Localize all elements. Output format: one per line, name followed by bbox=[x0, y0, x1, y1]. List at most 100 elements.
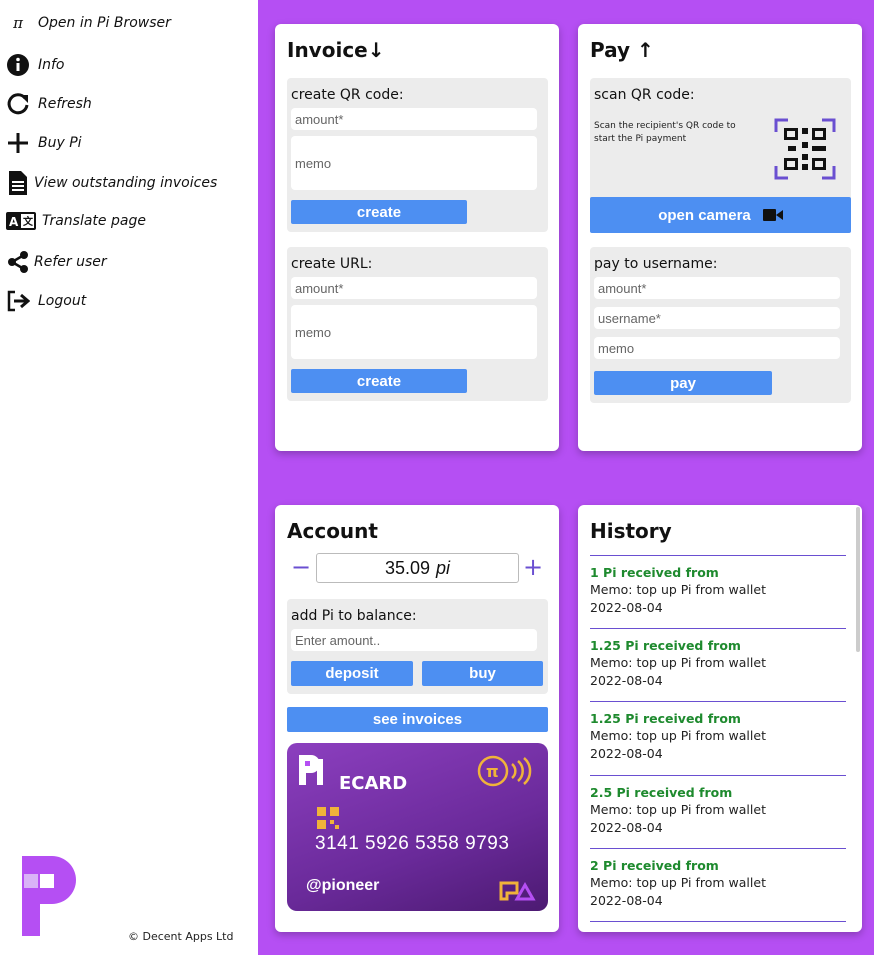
create-qr-panel: create QR code: amount* memo create bbox=[287, 78, 548, 232]
contactless-icon: π bbox=[477, 755, 533, 791]
document-icon bbox=[6, 170, 30, 196]
info-icon bbox=[6, 53, 30, 77]
pa-logo-icon bbox=[499, 881, 537, 905]
history-item-memo: Memo: top up Pi from wallet bbox=[590, 582, 766, 597]
logout-icon bbox=[6, 290, 30, 312]
ecard-number: 3141 5926 5358 9793 bbox=[315, 833, 510, 854]
qr-amount-input[interactable]: amount* bbox=[291, 108, 537, 130]
history-item-title: 1.25 Pi received from bbox=[590, 638, 741, 653]
sidebar-item-label: Info bbox=[38, 57, 65, 73]
history-item-date: 2022-08-04 bbox=[590, 746, 663, 761]
sidebar-item-buy-pi[interactable]: Buy Pi bbox=[6, 132, 82, 154]
main-area: Invoice↓ create QR code: amount* memo cr… bbox=[258, 0, 874, 955]
qr-memo-input[interactable]: memo bbox=[291, 136, 537, 190]
scan-qr-panel: scan QR code: Scan the recipient's QR co… bbox=[590, 78, 851, 233]
pay-username-label: pay to username: bbox=[594, 256, 718, 272]
ecard-username: @pioneer bbox=[306, 877, 380, 894]
increase-button[interactable]: + bbox=[523, 553, 543, 581]
svg-text:A: A bbox=[9, 215, 19, 229]
history-item: 2.5 Pi received from Memo: top up Pi fro… bbox=[590, 775, 846, 837]
history-item: 1.25 Pi received from Memo: top up Pi fr… bbox=[590, 628, 846, 690]
history-card: History 1 Pi received from Memo: top up … bbox=[578, 505, 862, 932]
decrease-button[interactable]: − bbox=[291, 553, 311, 581]
create-qr-label: create QR code: bbox=[291, 87, 404, 103]
create-qr-button[interactable]: create bbox=[291, 200, 467, 224]
balance-value: 35.09 bbox=[384, 557, 430, 578]
sidebar-item-label: Open in Pi Browser bbox=[38, 15, 171, 31]
url-memo-input[interactable]: memo bbox=[291, 305, 537, 359]
account-title: Account bbox=[287, 519, 378, 543]
sidebar-item-refer[interactable]: Refer user bbox=[6, 251, 107, 273]
history-item-title: 1 Pi received from bbox=[590, 565, 719, 580]
pi-icon: π bbox=[13, 14, 23, 32]
history-item-memo: Memo: top up Pi from wallet bbox=[590, 875, 766, 890]
invoice-title: Invoice↓ bbox=[287, 38, 385, 62]
pay-memo-input[interactable]: memo bbox=[594, 337, 840, 359]
invoice-card: Invoice↓ create QR code: amount* memo cr… bbox=[275, 24, 559, 451]
sidebar-item-refresh[interactable]: Refresh bbox=[6, 92, 92, 116]
create-url-label: create URL: bbox=[291, 256, 373, 272]
sidebar-item-label: Refresh bbox=[38, 96, 92, 112]
sidebar-item-view-invoices[interactable]: View outstanding invoices bbox=[6, 170, 217, 196]
translate-icon: A文 bbox=[6, 212, 36, 230]
sidebar-item-label: View outstanding invoices bbox=[34, 175, 218, 191]
account-card: Account − 35.09 pi + add Pi to balance: … bbox=[275, 505, 559, 932]
history-item-date: 2022-08-04 bbox=[590, 820, 663, 835]
sidebar-item-label: Logout bbox=[38, 293, 87, 309]
pay-button[interactable]: pay bbox=[594, 371, 772, 395]
copyright-text: © Decent Apps Ltd bbox=[128, 930, 234, 943]
sidebar-item-translate[interactable]: A文 Translate page bbox=[6, 212, 146, 230]
history-item-title: 1.25 Pi received from bbox=[590, 711, 741, 726]
history-item-title: 2 Pi received from bbox=[590, 858, 719, 873]
history-item-memo: Memo: top up Pi from wallet bbox=[590, 728, 766, 743]
see-invoices-button[interactable]: see invoices bbox=[287, 707, 548, 732]
sidebar-item-label: Refer user bbox=[34, 254, 107, 270]
sidebar-item-logout[interactable]: Logout bbox=[6, 290, 86, 312]
history-item: 1 Pi received from Memo: top up Pi from … bbox=[590, 555, 846, 617]
pay-amount-input[interactable]: amount* bbox=[594, 277, 840, 299]
history-item: 1.25 Pi received from Memo: top up Pi fr… bbox=[590, 701, 846, 763]
sidebar-item-open-pi-browser[interactable]: π Open in Pi Browser bbox=[6, 14, 171, 32]
history-item-date: 2022-08-04 bbox=[590, 673, 663, 688]
pay-username-panel: pay to username: amount* username* memo … bbox=[590, 247, 851, 403]
history-item: 2 Pi received from Memo: top up Pi from … bbox=[590, 848, 846, 910]
create-url-panel: create URL: amount* memo create bbox=[287, 247, 548, 401]
sidebar-item-label: Buy Pi bbox=[38, 135, 82, 151]
create-url-button[interactable]: create bbox=[291, 369, 467, 393]
app-logo bbox=[22, 856, 78, 936]
url-amount-input[interactable]: amount* bbox=[291, 277, 537, 299]
open-camera-button[interactable]: open camera bbox=[590, 197, 851, 233]
share-icon bbox=[6, 251, 30, 273]
refresh-icon bbox=[6, 92, 30, 116]
qr-code-icon bbox=[774, 118, 836, 180]
history-scrollbar[interactable] bbox=[856, 507, 860, 652]
add-balance-panel: add Pi to balance: Enter amount.. deposi… bbox=[287, 599, 548, 694]
history-item-date: 2022-08-04 bbox=[590, 893, 663, 908]
open-camera-label: open camera bbox=[658, 206, 751, 224]
scan-qr-description: Scan the recipient's QR code to start th… bbox=[594, 121, 736, 144]
balance-display: 35.09 pi bbox=[316, 553, 519, 583]
history-item-title: 2.5 Pi received from bbox=[590, 785, 733, 800]
history-item-date: 2022-08-04 bbox=[590, 600, 663, 615]
pay-username-input[interactable]: username* bbox=[594, 307, 840, 329]
history-title: History bbox=[590, 519, 672, 543]
balance-unit: pi bbox=[435, 557, 450, 578]
deposit-button[interactable]: deposit bbox=[291, 661, 413, 686]
ecard: ECARD π 3141 5926 5358 9793 @pioneer bbox=[287, 743, 548, 911]
history-item-memo: Memo: top up Pi from wallet bbox=[590, 655, 766, 670]
sidebar-item-label: Translate page bbox=[42, 213, 146, 229]
svg-text:π: π bbox=[486, 762, 499, 781]
sidebar: π Open in Pi Browser Info Refresh Buy Pi… bbox=[0, 0, 258, 955]
sidebar-item-info[interactable]: Info bbox=[6, 53, 65, 77]
plus-icon bbox=[6, 132, 30, 154]
history-item-memo: Memo: top up Pi from wallet bbox=[590, 802, 766, 817]
history-divider bbox=[590, 921, 846, 922]
ecard-brand: ECARD bbox=[339, 773, 408, 794]
buy-button[interactable]: buy bbox=[422, 661, 543, 686]
deposit-amount-input[interactable]: Enter amount.. bbox=[291, 629, 537, 651]
pay-title: Pay ↑ bbox=[590, 38, 654, 62]
pay-card: Pay ↑ scan QR code: Scan the recipient's… bbox=[578, 24, 862, 451]
add-balance-label: add Pi to balance: bbox=[291, 608, 417, 624]
pi-logo-icon bbox=[297, 753, 327, 791]
video-camera-icon bbox=[762, 208, 783, 222]
